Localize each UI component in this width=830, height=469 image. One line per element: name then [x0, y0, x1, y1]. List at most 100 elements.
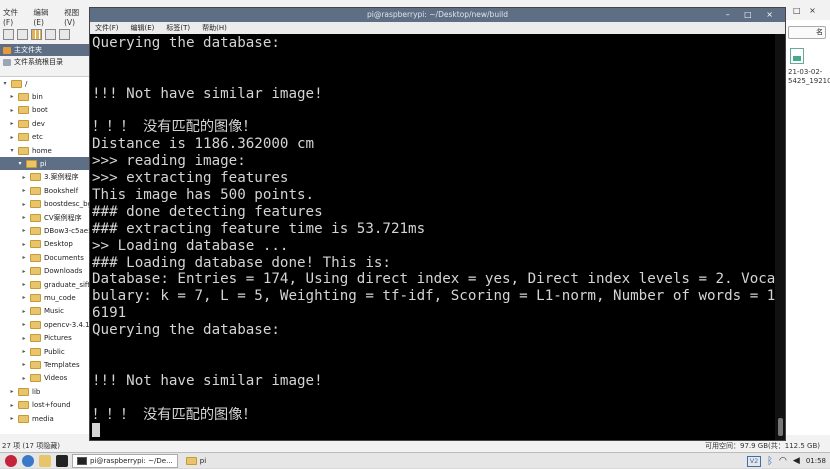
- menu-tabs[interactable]: 标签(T): [166, 23, 190, 33]
- tree-node[interactable]: ▸ Desktop: [21, 238, 73, 251]
- terminal-line: ！！！ 没有匹配的图像！: [92, 406, 257, 423]
- tree-node[interactable]: ▸ Templates: [21, 358, 80, 371]
- expand-right-icon[interactable]: ▸: [9, 388, 15, 395]
- tree-node-label: lost+found: [32, 401, 71, 410]
- tree-node[interactable]: ▸ Downloads: [21, 265, 82, 278]
- icon-view-icon[interactable]: [31, 28, 42, 40]
- tree-node[interactable]: ▸ bin: [9, 90, 43, 103]
- tree-node-label: Bookshelf: [44, 186, 79, 195]
- detail-view-icon[interactable]: [59, 28, 70, 40]
- menu-help[interactable]: 帮助(H): [202, 23, 227, 33]
- tree-node[interactable]: ▸ mu_code: [21, 291, 76, 304]
- tree-node[interactable]: ▸ lib: [9, 385, 40, 398]
- terminal-launcher-icon[interactable]: [56, 454, 68, 467]
- terminal-output[interactable]: Querying the database: !!! Not have simil…: [90, 34, 776, 440]
- tree-node[interactable]: ▸ Bookshelf: [21, 184, 78, 197]
- bluetooth-icon[interactable]: ᛒ: [767, 456, 773, 467]
- menu-file[interactable]: 文件(F): [95, 23, 119, 33]
- expand-right-icon[interactable]: ▸: [21, 361, 27, 368]
- folder-icon: [30, 253, 41, 262]
- expand-right-icon[interactable]: ▸: [21, 174, 27, 181]
- folder-icon: [30, 267, 41, 276]
- terminal-line: ### done detecting features: [92, 203, 323, 220]
- image-file-icon[interactable]: [790, 48, 804, 64]
- folder-icon: [30, 334, 41, 343]
- expand-right-icon[interactable]: ▸: [21, 201, 27, 208]
- tree-node[interactable]: ▸ lost+found: [9, 399, 71, 412]
- file-manager-controls[interactable]: □ ×: [793, 6, 819, 15]
- expand-right-icon[interactable]: ▸: [9, 415, 15, 422]
- tree-node[interactable]: ▾ /: [2, 77, 27, 90]
- expand-right-icon[interactable]: ▸: [21, 308, 27, 315]
- menu-file[interactable]: 文件(F): [3, 7, 25, 27]
- wifi-icon[interactable]: ◠: [779, 456, 787, 466]
- expand-right-icon[interactable]: ▸: [9, 402, 15, 409]
- expand-right-icon[interactable]: ▸: [21, 375, 27, 382]
- expand-down-icon[interactable]: ▾: [9, 147, 15, 154]
- tree-node-label: boot: [32, 106, 48, 115]
- expand-down-icon[interactable]: ▾: [2, 80, 8, 87]
- expand-right-icon[interactable]: ▸: [21, 268, 27, 275]
- place-home[interactable]: 主文件夹: [0, 44, 90, 56]
- expand-right-icon[interactable]: ▸: [9, 107, 15, 114]
- expand-right-icon[interactable]: ▸: [9, 120, 15, 127]
- tree-node[interactable]: ▸ boot: [9, 104, 48, 117]
- menu-edit[interactable]: 编辑(E): [131, 23, 155, 33]
- file-name[interactable]: 21-03-02-5425_1921080_sc...: [788, 68, 830, 86]
- expand-right-icon[interactable]: ▸: [9, 134, 15, 141]
- task-file-manager[interactable]: pi: [182, 454, 210, 468]
- tree-node[interactable]: ▸ 3.案例程序: [21, 171, 79, 184]
- compact-view-icon[interactable]: [45, 28, 56, 40]
- expand-right-icon[interactable]: ▸: [21, 348, 27, 355]
- expand-right-icon[interactable]: ▸: [21, 241, 27, 248]
- expand-right-icon[interactable]: ▸: [21, 335, 27, 342]
- sort-button[interactable]: 名: [788, 26, 826, 39]
- scrollbar-thumb[interactable]: [778, 418, 783, 436]
- clock: 01:58: [805, 457, 826, 465]
- tree-node[interactable]: ▾ pi: [0, 157, 90, 171]
- tree-node[interactable]: ▸ boostdesc_bgm: [21, 198, 99, 211]
- tree-node[interactable]: ▸ Pictures: [21, 332, 72, 345]
- place-root[interactable]: 文件系统根目录: [0, 56, 90, 68]
- tree-node-label: Videos: [44, 374, 68, 383]
- expand-right-icon[interactable]: ▸: [21, 281, 27, 288]
- menu-view[interactable]: 视图(V): [64, 7, 87, 27]
- terminal-line: >>> extracting features: [92, 170, 289, 187]
- tree-node[interactable]: ▸ dev: [9, 117, 45, 130]
- raspberry-menu-icon[interactable]: [5, 454, 17, 467]
- terminal-line: This image has 500 points.: [92, 187, 315, 204]
- expand-right-icon[interactable]: ▸: [21, 227, 27, 234]
- terminal-scrollbar[interactable]: [775, 34, 785, 440]
- tree-node[interactable]: ▸ opencv-3.4.13: [21, 318, 94, 331]
- window-controls[interactable]: – □ ×: [726, 8, 779, 22]
- tree-node[interactable]: ▸ CV案例程序: [21, 211, 82, 224]
- vnc-icon[interactable]: V2: [747, 455, 762, 467]
- expand-right-icon[interactable]: ▸: [9, 93, 15, 100]
- expand-down-icon[interactable]: ▾: [17, 160, 23, 167]
- task-terminal[interactable]: pi@raspberrypi: ~/De...: [72, 453, 178, 468]
- tree-node[interactable]: ▸ Videos: [21, 372, 67, 385]
- file-manager-icon[interactable]: [39, 454, 51, 467]
- tree-node[interactable]: ▾ home: [9, 144, 52, 157]
- expand-right-icon[interactable]: ▸: [21, 254, 27, 261]
- browser-icon[interactable]: [22, 454, 34, 467]
- expand-right-icon[interactable]: ▸: [21, 187, 27, 194]
- new-tab-icon[interactable]: [3, 28, 14, 40]
- folder-icon: [30, 293, 41, 302]
- expand-right-icon[interactable]: ▸: [21, 294, 27, 301]
- expand-right-icon[interactable]: ▸: [21, 214, 27, 221]
- tree-node-label: Public: [44, 347, 65, 356]
- terminal-titlebar[interactable]: pi@raspberrypi: ~/Desktop/new/build – □ …: [90, 8, 785, 22]
- expand-right-icon[interactable]: ▸: [21, 321, 27, 328]
- tree-node[interactable]: ▸ etc: [9, 131, 43, 144]
- list-view-icon[interactable]: [17, 28, 28, 40]
- folder-icon: [30, 307, 41, 316]
- terminal-line: [92, 423, 776, 440]
- tree-node[interactable]: ▸ Public: [21, 345, 65, 358]
- tree-node[interactable]: ▸ Documents: [21, 251, 84, 264]
- menu-edit[interactable]: 编辑(E): [33, 7, 56, 27]
- tree-node[interactable]: ▸ Music: [21, 305, 64, 318]
- tree-node[interactable]: ▸ media: [9, 412, 54, 425]
- tree-node-label: Music: [44, 307, 64, 316]
- volume-icon[interactable]: ◀: [793, 456, 800, 466]
